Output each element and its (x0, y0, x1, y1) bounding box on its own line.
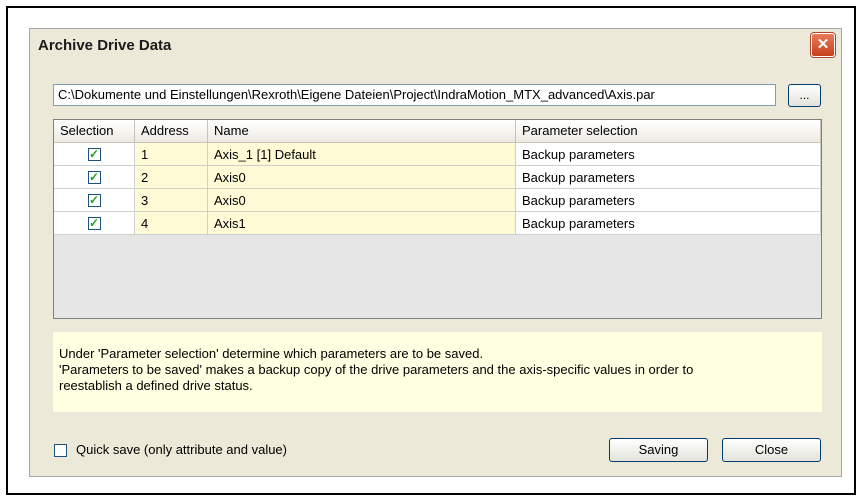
row-checkbox[interactable]: ✓ (87, 217, 101, 231)
browse-button[interactable]: ... (788, 84, 821, 107)
info-text-line: reestablish a defined drive status. (59, 378, 253, 393)
close-button[interactable]: Close (722, 438, 821, 462)
address-cell: 2 (135, 166, 208, 189)
name-cell[interactable]: Axis0 (208, 166, 516, 189)
info-box: Under 'Parameter selection' determine wh… (53, 332, 822, 412)
table-row[interactable]: ✓ 2 Axis0 Backup parameters (54, 166, 821, 189)
column-header-name[interactable]: Name (208, 120, 516, 142)
parameter-selection-cell[interactable]: Backup parameters (516, 166, 821, 189)
address-cell: 4 (135, 212, 208, 235)
close-icon[interactable]: ✕ (811, 33, 835, 57)
table-row[interactable]: ✓ 3 Axis0 Backup parameters (54, 189, 821, 212)
parameter-selection-cell[interactable]: Backup parameters (516, 143, 821, 166)
info-text-line: 'Parameters to be saved' makes a backup … (59, 362, 694, 377)
column-header-address[interactable]: Address (135, 120, 208, 142)
quick-save-checkbox[interactable] (54, 444, 67, 457)
column-header-selection[interactable]: Selection (54, 120, 135, 142)
row-checkbox[interactable]: ✓ (87, 171, 101, 185)
table-header: Selection Address Name Parameter selecti… (54, 120, 821, 143)
table-row[interactable]: ✓ 4 Axis1 Backup parameters (54, 212, 821, 235)
file-path-input[interactable]: C:\Dokumente und Einstellungen\Rexroth\E… (53, 84, 776, 106)
parameter-selection-cell[interactable]: Backup parameters (516, 189, 821, 212)
column-header-parameter-selection[interactable]: Parameter selection (516, 120, 821, 142)
drive-table: Selection Address Name Parameter selecti… (53, 119, 822, 319)
parameter-selection-cell[interactable]: Backup parameters (516, 212, 821, 235)
address-cell: 1 (135, 143, 208, 166)
saving-button[interactable]: Saving (609, 438, 708, 462)
table-row[interactable]: ✓ 1 Axis_1 [1] Default Backup parameters (54, 143, 821, 166)
address-cell: 3 (135, 189, 208, 212)
archive-drive-data-dialog: Archive Drive Data ✕ C:\Dokumente und Ei… (29, 28, 842, 477)
row-checkbox[interactable]: ✓ (87, 148, 101, 162)
title-bar: Archive Drive Data ✕ (30, 29, 841, 62)
quick-save-label[interactable]: Quick save (only attribute and value) (76, 442, 287, 457)
dialog-title: Archive Drive Data (38, 37, 172, 54)
name-cell[interactable]: Axis1 (208, 212, 516, 235)
name-cell[interactable]: Axis_1 [1] Default (208, 143, 516, 166)
info-text-line: Under 'Parameter selection' determine wh… (59, 346, 484, 361)
row-checkbox[interactable]: ✓ (87, 194, 101, 208)
name-cell[interactable]: Axis0 (208, 189, 516, 212)
